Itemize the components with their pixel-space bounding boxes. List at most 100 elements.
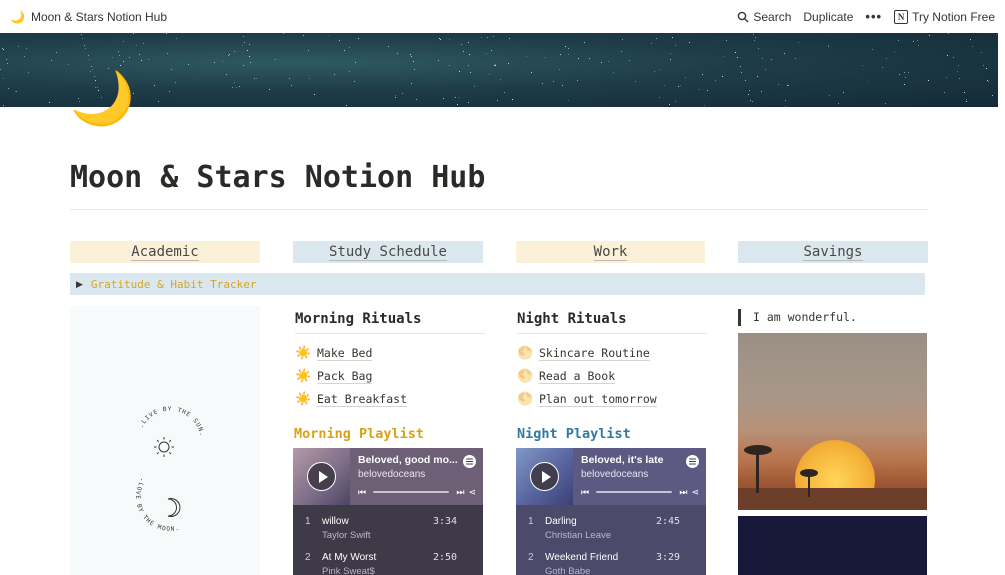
star-dot xyxy=(635,81,636,82)
star-dot xyxy=(509,38,510,39)
progress-bar[interactable] xyxy=(596,491,673,493)
star-dot xyxy=(314,94,315,95)
star-dot xyxy=(242,45,243,46)
more-options-button[interactable]: ••• xyxy=(865,9,882,24)
star-dot xyxy=(8,88,9,89)
tab-savings[interactable]: Savings xyxy=(738,241,928,263)
star-dot xyxy=(894,52,895,53)
share-icon[interactable]: ⋖ xyxy=(468,487,476,498)
night-playlist-title: Night Playlist xyxy=(517,426,631,442)
breadcrumb-title[interactable]: Moon & Stars Notion Hub xyxy=(31,10,167,24)
star-dot xyxy=(946,77,947,78)
toggle-label: Gratitude & Habit Tracker xyxy=(90,277,257,291)
tab-study-schedule[interactable]: Study Schedule xyxy=(293,241,483,263)
track-row[interactable]: 1 willow Taylor Swift 3:34 xyxy=(293,512,483,548)
full-moon-icon: 🌕 xyxy=(517,346,534,361)
playlist-name[interactable]: Beloved, good mo... xyxy=(358,454,468,466)
star-dot xyxy=(957,71,958,72)
star-dot xyxy=(726,40,727,41)
full-moon-icon: 🌕 xyxy=(517,392,534,407)
album-art[interactable] xyxy=(293,448,350,505)
toggle-triangle-icon[interactable]: ▶ xyxy=(76,279,83,290)
tab-label: Savings xyxy=(803,243,863,261)
star-dot xyxy=(440,39,441,40)
star-dot xyxy=(715,80,716,81)
star-dot xyxy=(761,91,762,92)
star-dot xyxy=(24,56,25,57)
sunset-photo xyxy=(738,333,927,510)
star-dot xyxy=(659,69,660,70)
star-dot xyxy=(411,56,412,57)
list-item[interactable]: 🌕 Skincare Routine xyxy=(517,342,707,365)
star-dot xyxy=(904,84,905,85)
track-row[interactable]: 2 Weekend Friend Goth Babe 3:29 xyxy=(516,548,706,575)
star-dot xyxy=(959,78,960,79)
tab-label: Academic xyxy=(131,243,199,261)
try-notion-label: Try Notion Free xyxy=(912,9,995,24)
list-item[interactable]: ☀️ Pack Bag xyxy=(295,365,485,388)
gratitude-toggle[interactable]: ▶ Gratitude & Habit Tracker xyxy=(70,273,925,295)
ground-shape xyxy=(738,488,927,510)
star-dot xyxy=(411,83,412,84)
star-dot xyxy=(654,71,655,72)
full-moon-icon: 🌕 xyxy=(517,369,534,384)
star-dot xyxy=(758,48,759,49)
duplicate-label: Duplicate xyxy=(803,9,854,24)
list-item[interactable]: ☀️ Eat Breakfast xyxy=(295,388,485,411)
morning-playlist-title: Morning Playlist xyxy=(294,426,425,442)
star-dot xyxy=(702,74,703,75)
track-row[interactable]: 1 Darling Christian Leave 2:45 xyxy=(516,512,706,548)
star-dot xyxy=(112,57,113,58)
duplicate-button[interactable]: Duplicate xyxy=(803,10,853,24)
playlist-owner[interactable]: belovedoceans xyxy=(358,469,483,480)
page-moon-icon[interactable]: 🌙 xyxy=(70,73,135,125)
star-dot xyxy=(958,65,959,66)
star-dot xyxy=(346,105,347,106)
star-dot xyxy=(785,106,786,107)
list-item[interactable]: 🌕 Read a Book xyxy=(517,365,707,388)
star-dot xyxy=(584,42,585,43)
star-dot xyxy=(414,69,415,70)
previous-icon[interactable]: ⏮ xyxy=(358,487,366,498)
star-dot xyxy=(913,41,914,42)
previous-icon[interactable]: ⏮ xyxy=(581,487,589,498)
try-notion-button[interactable]: N Try Notion Free xyxy=(894,9,995,24)
list-item[interactable]: ☀️ Make Bed xyxy=(295,342,485,365)
morning-rituals: Morning Rituals ☀️ Make Bed ☀️ Pack Bag ☀️… xyxy=(295,311,485,411)
breadcrumb[interactable]: 🌙 Moon & Stars Notion Hub xyxy=(10,10,167,24)
item-label: Plan out tomorrow xyxy=(539,391,657,407)
star-dot xyxy=(741,72,742,73)
star-dot xyxy=(269,89,270,90)
star-dot xyxy=(244,42,245,43)
star-dot xyxy=(898,40,899,41)
next-icon[interactable]: ⏭ xyxy=(456,487,464,498)
search-button[interactable]: Search xyxy=(737,10,791,24)
list-item[interactable]: 🌕 Plan out tomorrow xyxy=(517,388,707,411)
star-dot xyxy=(577,80,578,81)
playlist-owner[interactable]: belovedoceans xyxy=(581,469,706,480)
star-dot xyxy=(455,97,456,98)
star-dot xyxy=(785,100,786,101)
star-dot xyxy=(56,52,57,53)
star-dot xyxy=(749,90,750,91)
share-icon[interactable]: ⋖ xyxy=(691,487,699,498)
track-duration: 2:50 xyxy=(433,552,458,563)
star-dot xyxy=(966,99,967,100)
star-dot xyxy=(226,74,227,75)
play-button[interactable] xyxy=(530,462,559,491)
playlist-name[interactable]: Beloved, it's late xyxy=(581,454,691,466)
tab-academic[interactable]: Academic xyxy=(70,241,260,263)
top-actions: Search Duplicate ••• N Try Notion Free xyxy=(737,9,995,24)
tab-work[interactable]: Work xyxy=(516,241,705,263)
star-dot xyxy=(983,65,984,66)
spotify-logo-icon[interactable] xyxy=(686,455,699,468)
progress-bar[interactable] xyxy=(373,491,450,493)
play-button[interactable] xyxy=(307,462,336,491)
track-row[interactable]: 2 At My Worst Pink Sweat$ 2:50 xyxy=(293,548,483,575)
track-name: Darling xyxy=(545,516,577,527)
album-art[interactable] xyxy=(516,448,573,505)
spotify-logo-icon[interactable] xyxy=(463,455,476,468)
page-title[interactable]: Moon & Stars Notion Hub xyxy=(70,160,485,195)
next-icon[interactable]: ⏭ xyxy=(679,487,687,498)
star-dot xyxy=(457,104,458,105)
